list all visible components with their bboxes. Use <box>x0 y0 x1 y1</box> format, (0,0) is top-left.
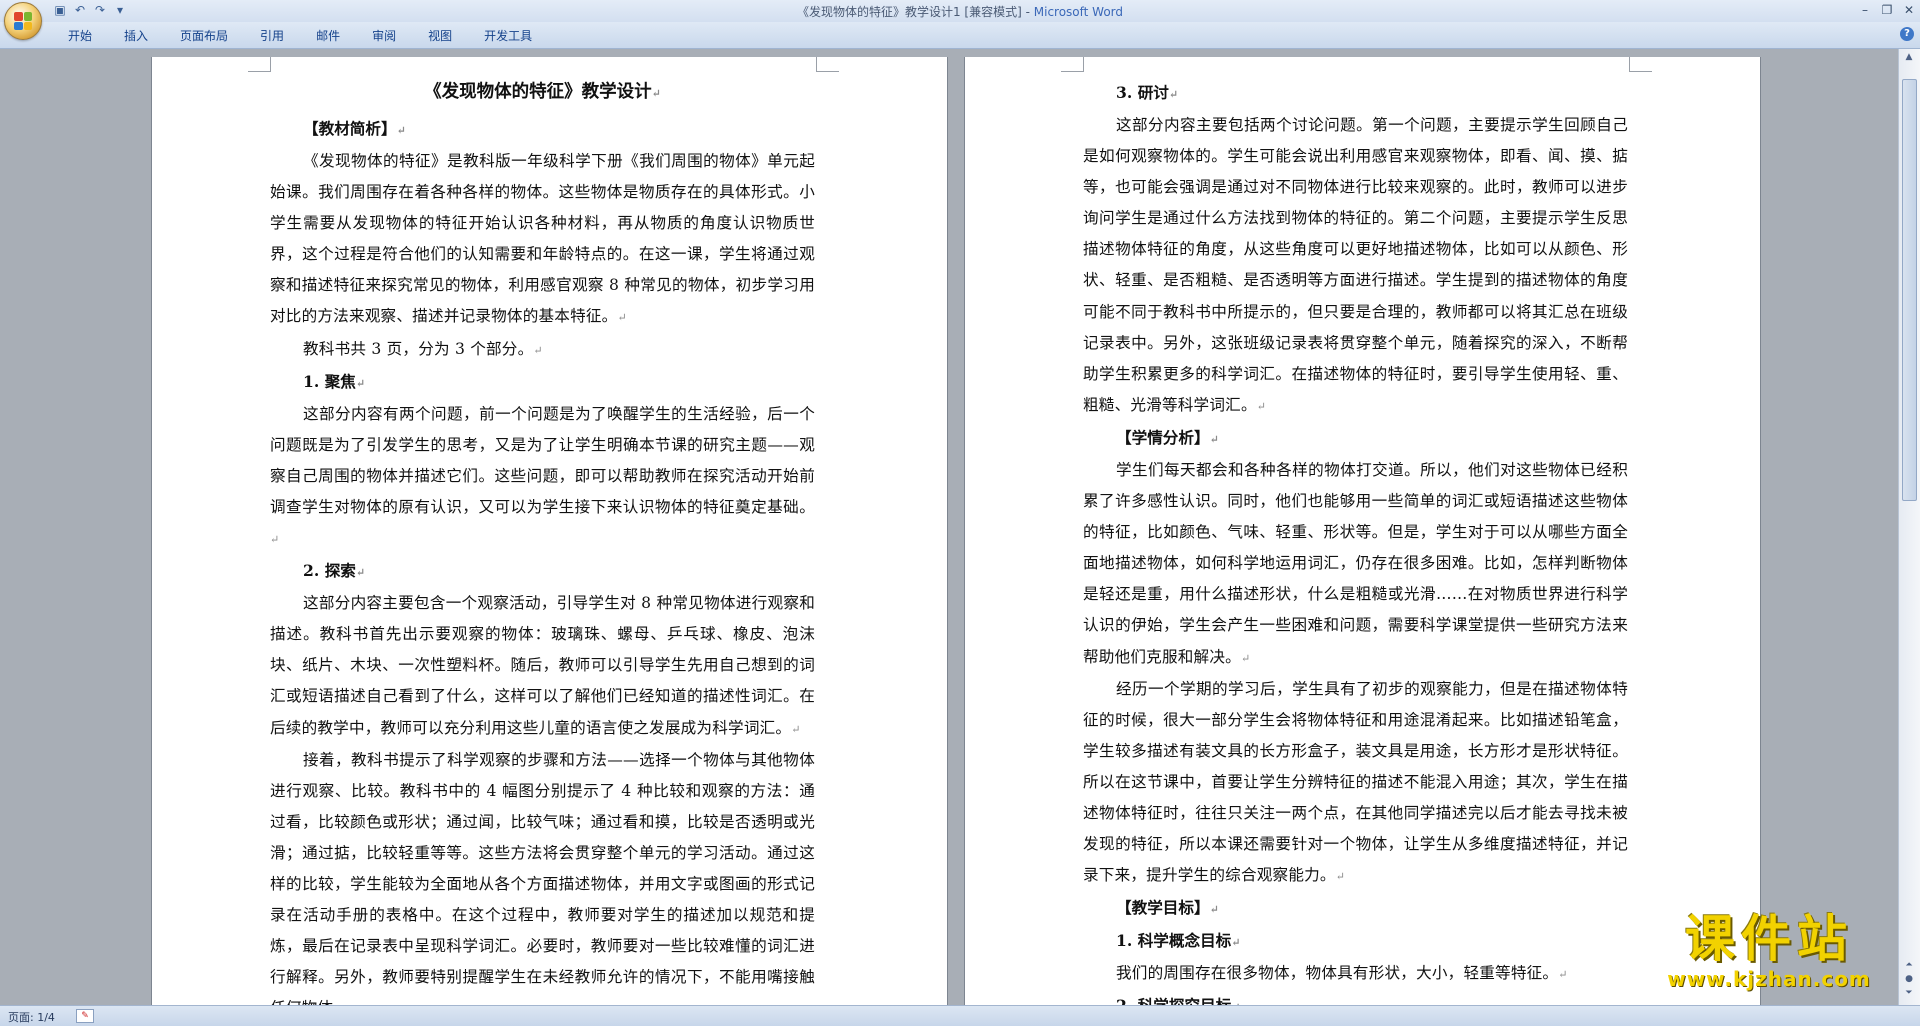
heading-text: 【学情分析】 <box>1116 427 1210 447</box>
close-icon[interactable]: ✕ <box>1898 0 1920 20</box>
tab-mailings[interactable]: 邮件 <box>300 28 356 44</box>
page-1[interactable]: 《发现物体的特征》教学设计↵ 【教材简析】↵ 《发现物体的特征》是教科版一年级科… <box>152 57 947 1005</box>
paragraph-text: 教科书共 3 页，分为 3 个部分。 <box>303 339 534 358</box>
section-heading: 2. 探索↵ <box>270 555 815 588</box>
paragraph-mark: ↵ <box>270 533 280 547</box>
document-title: 《发现物体的特征》教学设计↵ <box>270 77 815 109</box>
scroll-thumb[interactable] <box>1902 79 1917 501</box>
paragraph-mark: ↵ <box>1558 968 1568 982</box>
paragraph-text: 这部分内容有两个问题，前一个问题是为了唤醒学生的生活经验，后一个问题既是为了引发… <box>270 404 815 516</box>
paragraph-mark: ↵ <box>396 124 406 137</box>
heading-text: 1. 科学概念目标 <box>1116 931 1232 951</box>
paragraph: 接着，教科书提示了科学观察的步骤和方法——选择一个物体与其他物体进行观察、比较。… <box>270 745 815 1005</box>
previous-page-icon[interactable]: ⏶ <box>1903 959 1915 971</box>
section-heading: 2. 科学探究目标↵ <box>1083 990 1628 1005</box>
heading-text: 【教学目标】 <box>1116 898 1210 918</box>
ribbon: 开始 插入 页面布局 引用 邮件 审阅 视图 开发工具 ? <box>0 22 1920 49</box>
window-title: 《发现物体的特征》教学设计1 [兼容模式] - Microsoft Word <box>0 3 1920 20</box>
scroll-up-icon[interactable]: ▲ <box>1903 51 1915 63</box>
paragraph-mark: ↵ <box>1256 399 1267 413</box>
paragraph-mark: ↵ <box>355 566 366 580</box>
page-1-content[interactable]: 《发现物体的特征》教学设计↵ 【教材简析】↵ 《发现物体的特征》是教科版一年级科… <box>270 77 815 1005</box>
paragraph: 教科书共 3 页，分为 3 个部分。↵ <box>270 334 815 366</box>
tab-insert[interactable]: 插入 <box>108 28 164 44</box>
paragraph: 这部分内容主要包括两个讨论问题。第一个问题，主要提示学生回顾自己是如何观察物体的… <box>1083 110 1628 422</box>
app-name: Microsoft Word <box>1033 5 1124 19</box>
paragraph-text: 《发现物体的特征》是教科版一年级科学下册《我们周围的物体》单元起始课。我们周围存… <box>270 152 815 326</box>
paragraph-mark: ↵ <box>1231 936 1241 950</box>
heading-text: 2. 探索 <box>303 561 356 581</box>
help-icon[interactable]: ? <box>1900 27 1914 41</box>
paragraph: 经历一个学期的学习后，学生具有了初步的观察能力，但是在描述物体特征的时候，很大一… <box>1083 674 1628 893</box>
paragraph-text: 这部分内容主要包括两个讨论问题。第一个问题，主要提示学生回顾自己是如何观察物体的… <box>1083 116 1628 414</box>
paragraph-mark: ↵ <box>533 343 543 357</box>
select-browse-object-icon[interactable]: ● <box>1903 973 1915 985</box>
paragraph-mark: ↵ <box>651 87 661 100</box>
ribbon-tabs: 开始 插入 页面布局 引用 邮件 审阅 视图 开发工具 <box>52 28 548 44</box>
paragraph-text: 接着，教科书提示了科学观察的步骤和方法——选择一个物体与其他物体进行观察、比较。… <box>270 750 815 1005</box>
heading-text: 1. 聚焦 <box>303 371 356 391</box>
section-heading: 3. 研讨↵ <box>1083 77 1628 110</box>
restore-icon[interactable]: ❐ <box>1876 0 1898 20</box>
document-title-text: 《发现物体的特征》教学设计1 [兼容模式] - <box>796 5 1034 19</box>
title-bar: ▣ ↶ ↷ ▾ 《发现物体的特征》教学设计1 [兼容模式] - Microsof… <box>0 0 1920 23</box>
section-heading: 【教学目标】↵ <box>1083 892 1628 925</box>
paragraph-text: 这部分内容主要包含一个观察活动，引导学生对 8 种常见物体进行观察和描述。教科书… <box>270 594 815 737</box>
tab-home[interactable]: 开始 <box>52 28 108 44</box>
document-title-text: 《发现物体的特征》教学设计 <box>424 82 652 102</box>
heading-text: 【教材简析】 <box>303 119 397 138</box>
paragraph-mark: ↵ <box>791 722 801 736</box>
paragraph-mark: ↵ <box>355 376 366 390</box>
paragraph-mark: ↵ <box>1209 903 1219 917</box>
section-heading: 【教材简析】↵ <box>270 113 815 146</box>
watermark-logo: 课件站 www.kjzhan.com <box>1649 911 1889 991</box>
margin-corner-mark <box>248 57 271 72</box>
paragraph-mark: ↵ <box>1168 88 1179 101</box>
paragraph: 这部分内容主要包含一个观察活动，引导学生对 8 种常见物体进行观察和描述。教科书… <box>270 588 815 744</box>
paragraph: 我们的周围存在很多物体，物体具有形状，大小，轻重等特征。↵ <box>1083 958 1628 990</box>
minimize-icon[interactable]: – <box>1854 0 1876 20</box>
paragraph-mark: ↵ <box>1335 870 1346 884</box>
paragraph-text: 学生们每天都会和各种各样的物体打交道。所以，他们对这些物体已经积累了许多感性认识… <box>1083 460 1628 666</box>
section-heading: 1. 科学概念目标↵ <box>1083 925 1628 958</box>
document-area[interactable]: 《发现物体的特征》教学设计↵ 【教材简析】↵ 《发现物体的特征》是教科版一年级科… <box>0 49 1899 1005</box>
paragraph: 学生们每天都会和各种各样的物体打交道。所以，他们对这些物体已经积累了许多感性认识… <box>1083 455 1628 674</box>
paragraph-text: 经历一个学期的学习后，学生具有了初步的观察能力，但是在描述物体特征的时候，很大一… <box>1083 679 1628 885</box>
watermark-text: 课件站 <box>1685 910 1853 968</box>
watermark-url: www.kjzhan.com <box>1667 967 1871 991</box>
margin-corner-mark <box>816 57 839 72</box>
paragraph: 《发现物体的特征》是教科版一年级科学下册《我们周围的物体》单元起始课。我们周围存… <box>270 146 815 334</box>
tab-page-layout[interactable]: 页面布局 <box>164 28 244 44</box>
paragraph: 这部分内容有两个问题，前一个问题是为了唤醒学生的生活经验，后一个问题既是为了引发… <box>270 399 815 555</box>
page-count[interactable]: 页面: 1/4 <box>8 1009 55 1025</box>
paragraph-text: 我们的周围存在很多物体，物体具有形状，大小，轻重等特征。 <box>1116 964 1559 983</box>
heading-text: 3. 研讨 <box>1116 83 1169 102</box>
window-controls: – ❐ ✕ <box>1854 0 1920 20</box>
paragraph-mark: ↵ <box>1209 432 1219 446</box>
margin-corner-mark <box>1629 57 1652 72</box>
heading-text: 2. 科学探究目标 <box>1116 996 1231 1005</box>
next-page-icon[interactable]: ⏷ <box>1903 987 1915 999</box>
office-logo-icon <box>14 12 32 30</box>
page-2-content[interactable]: 3. 研讨↵ 这部分内容主要包括两个讨论问题。第一个问题，主要提示学生回顾自己是… <box>1083 77 1628 1005</box>
tab-review[interactable]: 审阅 <box>356 28 412 44</box>
status-bar: 页面: 1/4 ✎ <box>0 1005 1920 1026</box>
tab-developer[interactable]: 开发工具 <box>468 28 548 44</box>
paragraph-mark: ↵ <box>617 311 627 325</box>
vertical-scrollbar[interactable]: ▲ ⏶ ● ⏷ <box>1898 49 1920 1005</box>
office-button[interactable] <box>4 2 42 40</box>
section-heading: 1. 聚焦↵ <box>270 366 815 399</box>
tab-view[interactable]: 视图 <box>412 28 468 44</box>
section-heading: 【学情分析】↵ <box>1083 422 1628 455</box>
paragraph-mark: ↵ <box>1240 651 1251 665</box>
tab-references[interactable]: 引用 <box>244 28 300 44</box>
proofing-icon[interactable]: ✎ <box>76 1009 94 1023</box>
page-2[interactable]: 3. 研讨↵ 这部分内容主要包括两个讨论问题。第一个问题，主要提示学生回顾自己是… <box>965 57 1760 1005</box>
margin-corner-mark <box>1061 57 1084 72</box>
